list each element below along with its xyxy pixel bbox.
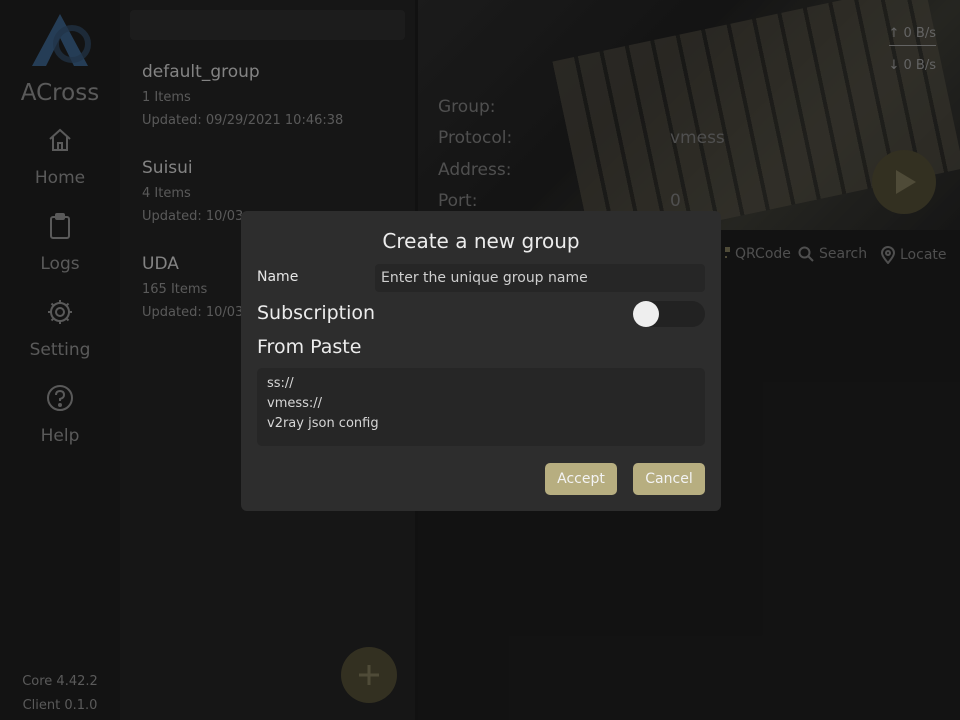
group-name-input[interactable]: [375, 264, 705, 292]
paste-placeholder-line: ss://: [267, 376, 294, 391]
create-group-dialog: Create a new group Name Subscription Fro…: [241, 211, 721, 511]
dialog-title: Create a new group: [382, 229, 580, 253]
subscription-label: Subscription: [257, 302, 376, 324]
cancel-button[interactable]: Cancel: [633, 463, 705, 495]
toggle-knob: [633, 301, 659, 327]
name-label: Name: [257, 269, 299, 285]
accept-button[interactable]: Accept: [545, 463, 617, 495]
paste-placeholder-line: v2ray json config: [267, 416, 379, 431]
paste-textarea[interactable]: ss:// vmess:// v2ray json config: [257, 368, 705, 446]
from-paste-label: From Paste: [257, 336, 362, 358]
paste-placeholder-line: vmess://: [267, 396, 323, 411]
subscription-toggle[interactable]: [633, 301, 705, 327]
